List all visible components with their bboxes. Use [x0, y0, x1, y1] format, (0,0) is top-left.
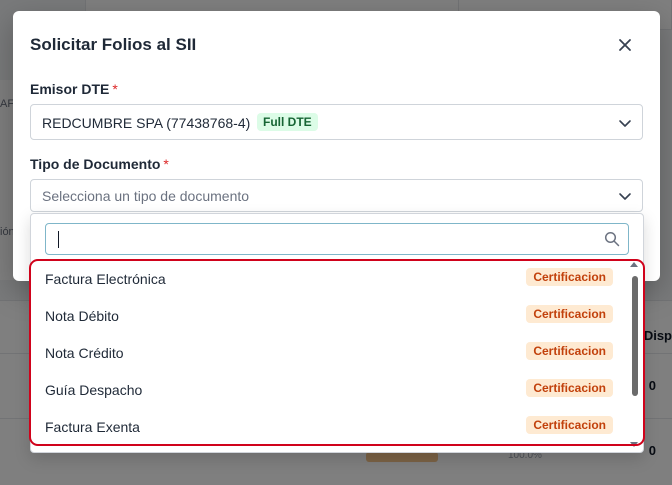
close-button[interactable]	[615, 35, 635, 55]
chevron-down-icon	[619, 120, 631, 127]
option-label: Factura Exenta	[45, 419, 140, 435]
dropdown-options-list: Factura Electrónica Certificacion Nota D…	[31, 260, 645, 445]
option-guia-despacho[interactable]: Guía Despacho Certificacion	[31, 371, 631, 408]
dropdown-search-input[interactable]	[45, 223, 629, 255]
option-nota-debito[interactable]: Nota Débito Certificacion	[31, 297, 631, 334]
certificacion-badge: Certificacion	[526, 342, 613, 360]
scroll-up-arrow[interactable]	[630, 262, 638, 267]
option-nota-credito[interactable]: Nota Crédito Certificacion	[31, 334, 631, 371]
text-caret	[58, 231, 59, 248]
tipo-documento-dropdown: Factura Electrónica Certificacion Nota D…	[30, 213, 644, 453]
chevron-down-icon	[619, 193, 631, 200]
tipo-documento-select[interactable]: Selecciona un tipo de documento	[30, 179, 643, 212]
option-label: Nota Débito	[45, 308, 119, 324]
certificacion-badge: Certificacion	[526, 268, 613, 286]
option-label: Nota Crédito	[45, 345, 124, 361]
emisor-label-text: Emisor DTE	[30, 81, 110, 97]
tipo-documento-label: Tipo de Documento *	[30, 156, 169, 172]
option-factura-electronica[interactable]: Factura Electrónica Certificacion	[31, 260, 631, 297]
emisor-label: Emisor DTE *	[30, 81, 118, 97]
modal-title: Solicitar Folios al SII	[30, 35, 197, 54]
certificacion-badge: Certificacion	[526, 416, 613, 434]
tipo-documento-placeholder: Selecciona un tipo de documento	[42, 188, 250, 204]
option-label: Guía Despacho	[45, 382, 143, 398]
scroll-down-arrow[interactable]	[630, 442, 638, 447]
option-factura-exenta[interactable]: Factura Exenta Certificacion	[31, 408, 631, 445]
certificacion-badge: Certificacion	[526, 305, 613, 323]
emisor-select-value: REDCUMBRE SPA (77438768-4)	[42, 115, 251, 131]
close-icon	[619, 39, 631, 51]
tipo-documento-label-text: Tipo de Documento	[30, 156, 161, 172]
certificacion-badge: Certificacion	[526, 379, 613, 397]
full-dte-badge: Full DTE	[257, 113, 318, 131]
required-mark: *	[112, 81, 118, 97]
emisor-select[interactable]: REDCUMBRE SPA (77438768-4) Full DTE	[30, 104, 643, 140]
option-label: Factura Electrónica	[45, 271, 166, 287]
required-mark: *	[163, 156, 169, 172]
scrollbar-thumb[interactable]	[632, 276, 638, 396]
search-icon	[604, 231, 620, 247]
